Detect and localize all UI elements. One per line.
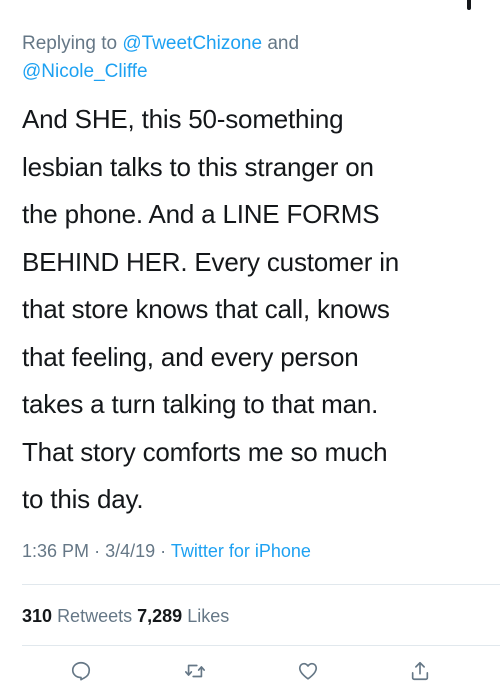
replying-to-conjunction: and — [267, 33, 300, 54]
mention-tweetchizone[interactable]: @TweetChizone — [122, 33, 262, 54]
tweet-line: the phone. And a LINE FORMS — [22, 199, 380, 229]
retweets-count: 310 — [22, 606, 53, 626]
tweet-text: And SHE, this 50-something lesbian talks… — [22, 96, 487, 524]
tweet-line: that feeling, and every person — [22, 341, 359, 372]
tweet-line: And SHE, this 50-something — [22, 104, 344, 134]
likes-label: Likes — [187, 606, 230, 626]
replying-to: Replying to @TweetChizone and @Nicole_Cl… — [22, 30, 482, 86]
retweets-stat[interactable]: 310 Retweets — [22, 606, 132, 626]
like-icon — [298, 662, 318, 680]
share-button[interactable] — [405, 656, 435, 686]
tweet-line: to this day. — [22, 484, 144, 514]
divider-top — [22, 584, 500, 585]
top-edge-mark — [467, 0, 471, 10]
meta-separator: · — [94, 541, 101, 561]
likes-stat[interactable]: 7,289 Likes — [137, 606, 229, 626]
reply-icon — [71, 661, 91, 681]
action-bar — [0, 652, 500, 692]
like-button[interactable] — [293, 656, 323, 686]
tweet-line: That story comforts me so much — [22, 436, 388, 467]
meta-separator: · — [160, 541, 167, 561]
retweet-button[interactable] — [180, 656, 210, 686]
tweet-line: takes a turn talking to that man. — [22, 389, 379, 419]
reply-button[interactable] — [66, 656, 96, 686]
share-icon — [411, 661, 429, 681]
tweet-meta: 1:36 PM · 3/4/19 · Twitter for iPhone — [22, 538, 311, 564]
tweet-line: lesbian talks to this stranger on — [22, 151, 374, 182]
retweet-icon — [185, 664, 205, 678]
likes-count: 7,289 — [137, 606, 183, 626]
divider-bottom — [22, 645, 500, 646]
tweet-stats: 310 Retweets 7,289 Likes — [22, 603, 229, 629]
retweets-label: Retweets — [57, 606, 133, 626]
tweet-line: that store knows that call, knows — [22, 294, 390, 324]
tweet-line: BEHIND HER. Every customer in — [22, 246, 400, 277]
tweet-source-link[interactable]: Twitter for iPhone — [171, 541, 311, 561]
tweet-time: 1:36 PM — [22, 541, 90, 561]
replying-to-prefix: Replying to — [22, 33, 118, 54]
mention-nicole-cliffe[interactable]: @Nicole_Cliffe — [22, 61, 148, 82]
tweet-date: 3/4/19 — [105, 541, 156, 561]
